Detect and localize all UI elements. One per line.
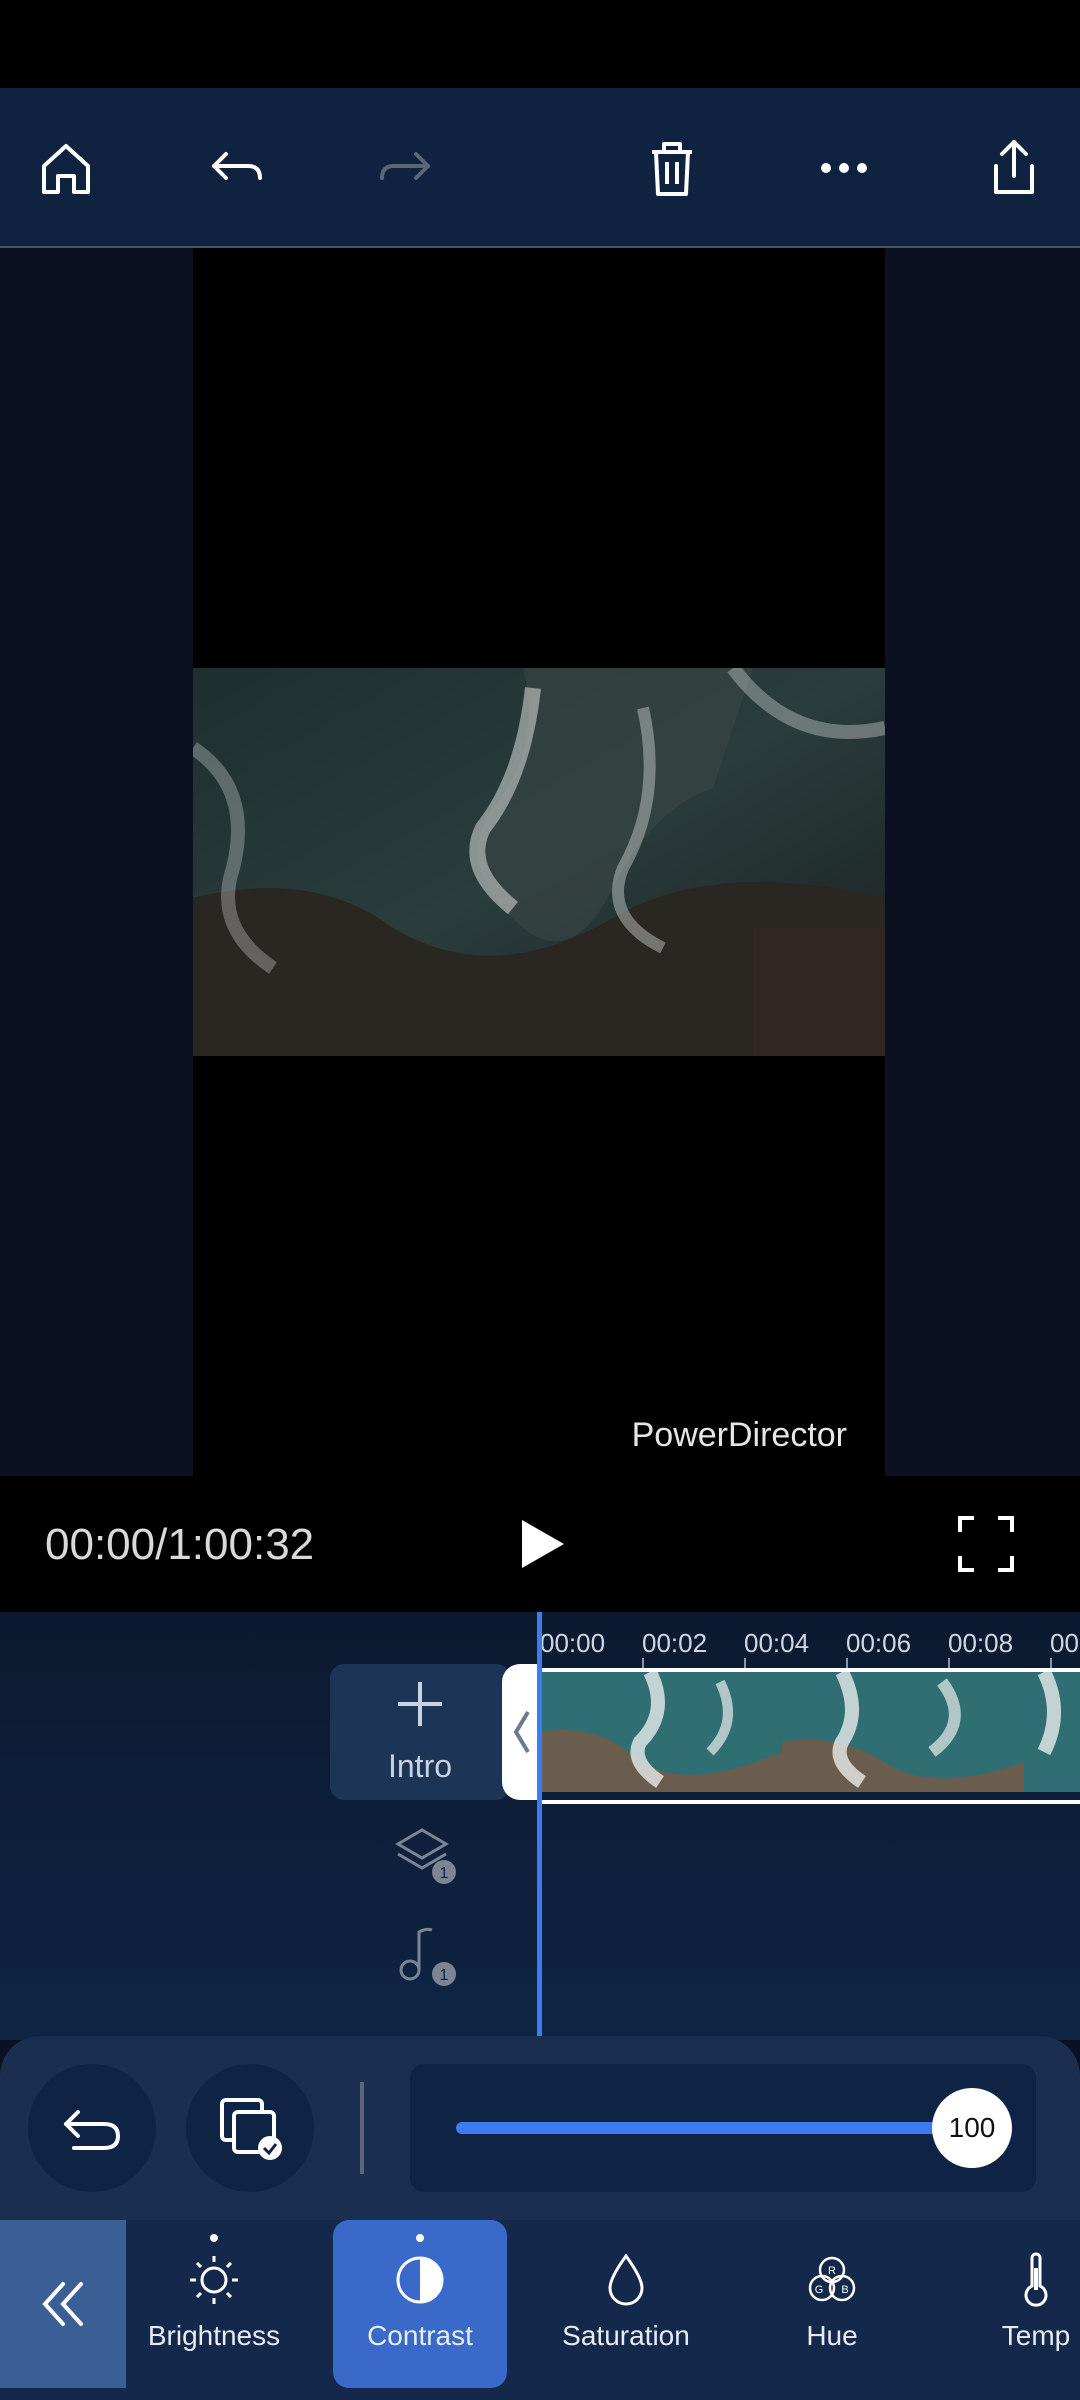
- rgb-icon: R G B: [808, 2256, 856, 2302]
- playback-bar: 00:00/1:00:32: [0, 1476, 1080, 1612]
- apply-all-icon: [220, 2098, 282, 2160]
- clip-thumbnail: [1024, 1672, 1080, 1792]
- double-chevron-left-icon: [42, 2282, 83, 2326]
- tab-hue[interactable]: R G B Hue: [772, 2220, 892, 2388]
- tab-temp[interactable]: Temp: [992, 2220, 1080, 2388]
- video-frame: [193, 668, 885, 1056]
- delete-button[interactable]: [632, 128, 712, 208]
- slider-knob[interactable]: 100: [932, 2088, 1012, 2168]
- divider: [360, 2082, 364, 2174]
- music-badge: 1: [440, 1967, 449, 1984]
- top-toolbar: [0, 88, 1080, 248]
- drop-icon: [608, 2253, 644, 2306]
- layers-badge: 1: [440, 1865, 449, 1882]
- more-icon: [821, 163, 867, 173]
- thermometer-icon: [1024, 2252, 1048, 2307]
- plus-icon: [398, 1682, 442, 1726]
- svg-text:G: G: [815, 2284, 824, 2296]
- contrast-slider[interactable]: 100: [410, 2064, 1036, 2192]
- undo-icon: [212, 152, 262, 180]
- preview-canvas: PowerDirector: [193, 248, 885, 1476]
- playhead[interactable]: [537, 1612, 542, 2040]
- svg-text:B: B: [841, 2284, 848, 2296]
- tick-label: 00:02: [642, 1628, 708, 1658]
- watermark: PowerDirector: [631, 1416, 847, 1454]
- music-icon[interactable]: 1: [390, 1918, 460, 1988]
- tab-indicator-dot: [828, 2234, 836, 2242]
- sun-icon: [190, 2256, 238, 2304]
- home-button[interactable]: [26, 128, 106, 208]
- tab-indicator-dot: [416, 2234, 424, 2242]
- tab-label: Contrast: [367, 2320, 473, 2351]
- tab-label: Temp: [1001, 2320, 1071, 2351]
- status-bar: [0, 0, 1080, 88]
- timecode: 00:00/1:00:32: [45, 1520, 315, 1569]
- chevron-left-icon: [513, 1710, 530, 1754]
- redo-icon: [380, 152, 430, 180]
- tick-label: 00:00: [540, 1628, 606, 1658]
- export-icon: [994, 140, 1034, 194]
- tab-contrast[interactable]: Contrast: [333, 2220, 507, 2388]
- adjust-panel: 100: [0, 2036, 1080, 2226]
- tick-label: 00:08: [948, 1628, 1014, 1658]
- clip-thumbnail: [540, 1672, 782, 1792]
- adjust-tab-bar: Brightness Contrast Saturation R G B Hue: [0, 2220, 1080, 2400]
- export-button[interactable]: [974, 128, 1054, 208]
- tab-label: Brightness: [147, 2320, 281, 2351]
- redo-button[interactable]: [366, 128, 446, 208]
- contrast-icon: [396, 2256, 444, 2304]
- play-icon[interactable]: [508, 1512, 572, 1576]
- tick-label: 00:06: [846, 1628, 912, 1658]
- clip-thumbnail: [782, 1672, 1024, 1792]
- collapse-button[interactable]: [0, 2220, 126, 2388]
- tab-label: Hue: [806, 2320, 858, 2351]
- reset-icon: [64, 2110, 120, 2150]
- tab-indicator-dot: [210, 2234, 218, 2242]
- video-clip[interactable]: [540, 1668, 1080, 1804]
- home-icon: [42, 144, 90, 194]
- fullscreen-icon[interactable]: [956, 1514, 1016, 1574]
- clip-trim-handle[interactable]: [502, 1664, 542, 1800]
- tick-label: 00: [1050, 1628, 1079, 1658]
- timeline[interactable]: 00:00 00:02 00:04 00:06 00:08 00 Intro 1…: [0, 1612, 1080, 2040]
- svg-text:R: R: [828, 2265, 836, 2277]
- delete-icon: [652, 142, 692, 196]
- add-intro-button[interactable]: Intro: [330, 1664, 510, 1800]
- tab-indicator-dot: [622, 2234, 630, 2242]
- tab-label: Saturation: [562, 2320, 690, 2351]
- undo-button[interactable]: [196, 128, 276, 208]
- tab-saturation[interactable]: Saturation: [548, 2220, 704, 2388]
- layers-icon[interactable]: 1: [390, 1818, 460, 1888]
- tab-brightness[interactable]: Brightness: [142, 2220, 286, 2388]
- tab-indicator-dot: [1032, 2234, 1040, 2242]
- tick-label: 00:04: [744, 1628, 810, 1658]
- intro-label: Intro: [387, 1748, 453, 1784]
- reset-button[interactable]: [28, 2064, 156, 2192]
- video-preview[interactable]: PowerDirector: [0, 248, 1080, 1476]
- more-button[interactable]: [804, 128, 884, 208]
- apply-to-all-button[interactable]: [186, 2064, 314, 2192]
- slider-track[interactable]: [456, 2122, 976, 2134]
